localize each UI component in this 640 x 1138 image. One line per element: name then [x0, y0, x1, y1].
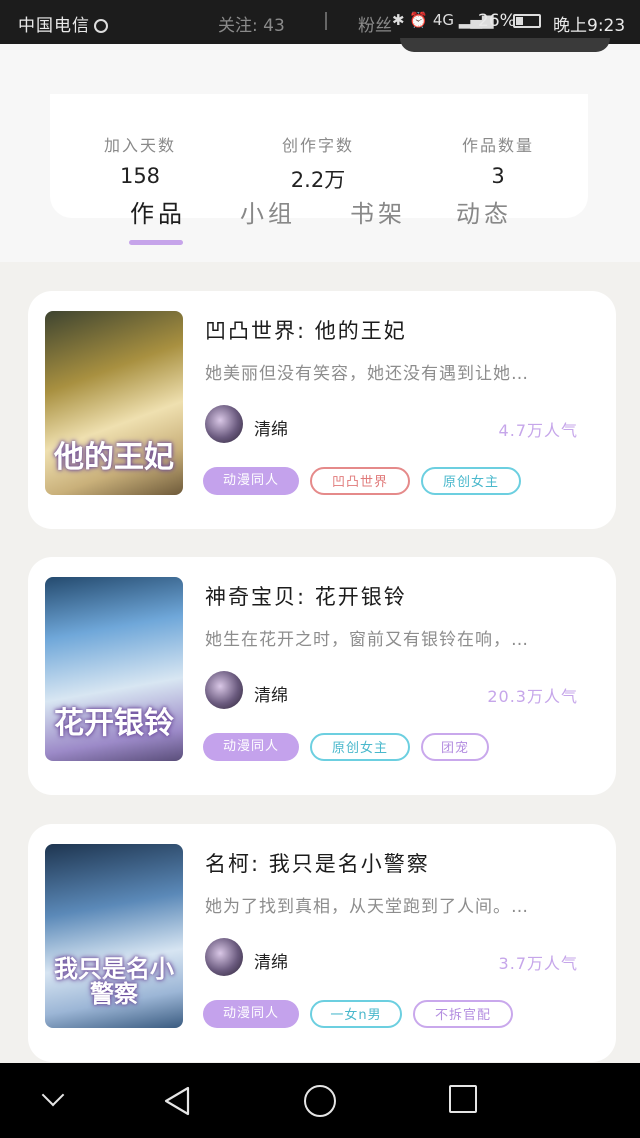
popularity-count: 3.7万人气: [498, 954, 578, 973]
sync-icon: [94, 19, 108, 33]
stat-join-days: 加入天数 158: [70, 132, 210, 188]
stat-word-count: 创作字数 2.2万: [248, 132, 388, 194]
book-title[interactable]: 凹凸世界: 他的王妃: [205, 315, 407, 345]
tag-chip[interactable]: 原创女主: [310, 733, 410, 761]
author-name[interactable]: 清绵: [254, 681, 288, 706]
stat-label: 加入天数: [103, 136, 176, 155]
book-title[interactable]: 神奇宝贝: 花开银铃: [205, 581, 407, 611]
book-card[interactable]: 他的王妃 凹凸世界: 他的王妃 她美丽但没有笑容，她还没有遇到让她… 清绵 4.…: [28, 291, 616, 529]
tag-chip[interactable]: 动漫同人: [203, 467, 299, 495]
tab-activity[interactable]: 动态: [456, 194, 512, 229]
chevron-down-icon[interactable]: [38, 1085, 70, 1117]
stat-value: 2.2万: [290, 168, 346, 192]
home-circle-icon[interactable]: [304, 1085, 336, 1117]
alarm-icon: ⏰: [409, 11, 429, 29]
stat-value: 3: [491, 164, 505, 188]
tag-chip[interactable]: 动漫同人: [203, 733, 299, 761]
divider: [325, 12, 327, 30]
author-name[interactable]: 清绵: [254, 948, 288, 973]
system-nav-bar: [0, 1063, 640, 1138]
tab-works[interactable]: 作品: [130, 194, 186, 229]
profile-tabs: 作品 小组 书架 动态: [0, 194, 640, 262]
battery-icon: [513, 14, 541, 28]
fans-label: 粉丝: [358, 16, 392, 36]
avatar[interactable]: [205, 938, 243, 976]
stat-value: 158: [119, 164, 161, 188]
stat-works-count: 作品数量 3: [428, 132, 568, 188]
tag-chip[interactable]: 动漫同人: [203, 1000, 299, 1028]
book-cover[interactable]: 花开银铃: [45, 577, 183, 761]
header-edge: [400, 38, 610, 52]
cover-title: 花开银铃: [54, 705, 174, 741]
popularity-count: 20.3万人气: [487, 687, 578, 706]
cover-title: 他的王妃: [54, 439, 174, 475]
recent-square-icon[interactable]: [449, 1085, 481, 1117]
book-description: 她生在花开之时，窗前又有银铃在响，…: [205, 630, 529, 650]
tag-chip[interactable]: 一女n男: [310, 1000, 402, 1028]
battery-percent: 26%: [478, 11, 516, 31]
carrier-label: 中国电信: [18, 11, 108, 36]
tag-chip[interactable]: 不拆官配: [413, 1000, 513, 1028]
cover-title: 我只是名小警察: [54, 953, 174, 1008]
stat-label: 作品数量: [461, 136, 534, 155]
tab-active-indicator: [129, 240, 183, 245]
clock: 晚上9:23: [553, 16, 626, 36]
book-description: 她美丽但没有笑容，她还没有遇到让她…: [205, 364, 529, 384]
tag-chip[interactable]: 凹凸世界: [310, 467, 410, 495]
author-name[interactable]: 清绵: [254, 415, 288, 440]
follow-count: 关注: 43: [218, 16, 285, 36]
bluetooth-icon: ✱: [392, 11, 405, 29]
book-card[interactable]: 我只是名小警察 名柯: 我只是名小警察 她为了找到真相，从天堂跑到了人间。… 清…: [28, 824, 616, 1062]
book-cover[interactable]: 他的王妃: [45, 311, 183, 495]
book-title[interactable]: 名柯: 我只是名小警察: [205, 848, 430, 878]
network-label: 4G: [432, 11, 454, 29]
tab-bookshelf[interactable]: 书架: [350, 194, 406, 229]
avatar[interactable]: [205, 405, 243, 443]
book-cover[interactable]: 我只是名小警察: [45, 844, 183, 1028]
tag-chip[interactable]: 原创女主: [421, 467, 521, 495]
popularity-count: 4.7万人气: [498, 421, 578, 440]
book-card[interactable]: 花开银铃 神奇宝贝: 花开银铃 她生在花开之时，窗前又有银铃在响，… 清绵 20…: [28, 557, 616, 795]
back-triangle-icon[interactable]: [162, 1085, 194, 1117]
tag-chip[interactable]: 团宠: [421, 733, 489, 761]
avatar[interactable]: [205, 671, 243, 709]
stat-label: 创作字数: [281, 136, 354, 155]
book-description: 她为了找到真相，从天堂跑到了人间。…: [205, 897, 529, 917]
tab-groups[interactable]: 小组: [240, 194, 296, 229]
